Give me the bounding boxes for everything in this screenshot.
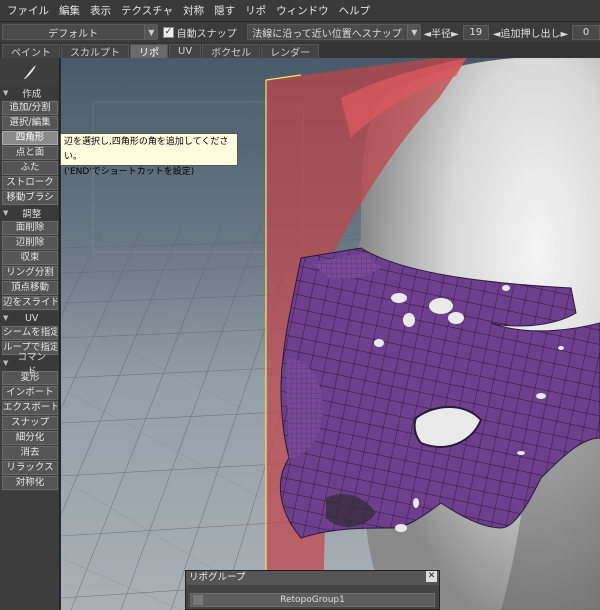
- tool-button[interactable]: 四角形: [2, 131, 58, 145]
- section-header-3[interactable]: ▼コマンド: [0, 352, 59, 377]
- collapse-triangle-icon: ▼: [3, 209, 9, 217]
- extrude-label[interactable]: ◄追加押し出し►: [493, 25, 568, 40]
- extrude-input[interactable]: 0: [572, 24, 600, 40]
- chevron-down-icon: ▼: [144, 25, 158, 39]
- section-title: UV: [24, 312, 39, 324]
- brush-logo-icon: [0, 58, 59, 86]
- tooltip: 辺を選択し,四角形の角を追加してください。 ('END'でショートカットを設定): [60, 133, 238, 177]
- tab-5[interactable]: レンダー: [261, 44, 320, 59]
- tool-button[interactable]: 細分化: [2, 431, 58, 445]
- tool-button[interactable]: 消去: [2, 446, 58, 460]
- tool-button[interactable]: インポート: [2, 386, 58, 400]
- collapse-triangle-icon: ▼: [3, 359, 9, 367]
- panel-title: リポグループ: [189, 572, 246, 583]
- menu-item-8[interactable]: ヘルプ: [334, 3, 376, 18]
- sidebar-sections: ▼ 作成 追加/分割 選択/編集 四角形 点と面 ふた ストローク 移動ブラシ ▼ 調整 面削除 辺削除…: [0, 86, 59, 490]
- collapse-triangle-icon: ▼: [3, 314, 9, 322]
- panel-title-bar[interactable]: リポグループ ✕: [186, 571, 439, 585]
- tooltip-line-2: ('END'でショートカットを設定): [64, 167, 195, 177]
- preset-value: デフォルト: [48, 28, 99, 40]
- tool-button[interactable]: 辺削除: [2, 236, 58, 250]
- tool-button[interactable]: リラックス: [2, 461, 58, 475]
- menu-item-6[interactable]: リポ: [240, 3, 271, 18]
- tool-button[interactable]: 点と面: [2, 146, 58, 160]
- auto-snap-checkbox[interactable]: ✓: [163, 26, 174, 38]
- retopo-group-name: RetopoGroup1: [280, 595, 345, 605]
- menu-item-3[interactable]: テクスチャ: [116, 3, 178, 18]
- tab-3[interactable]: UV: [169, 44, 202, 58]
- room-tabs: ペイント スカルプト リポ UV ボクセル レンダー: [0, 42, 600, 59]
- tab-4[interactable]: ボクセル: [202, 44, 261, 59]
- radius-label[interactable]: ◄半径►: [423, 25, 458, 40]
- tool-sidebar: ▼ 作成 追加/分割 選択/編集 四角形 点と面 ふた ストローク 移動ブラシ ▼ 調整 面削除 辺削除…: [0, 58, 60, 610]
- tool-button[interactable]: 収束: [2, 251, 58, 265]
- tooltip-line-1: 辺を選択し,四角形の角を追加してください。: [64, 137, 229, 162]
- toolbar: デフォルト ▼ ✓ 自動スナップ 法線に沿って近い位置へスナップ ▼ ◄半径► …: [0, 22, 600, 42]
- tool-button[interactable]: ふた: [2, 161, 58, 175]
- tool-button[interactable]: ストローク: [2, 176, 58, 190]
- tool-button[interactable]: エクスポート: [2, 401, 58, 415]
- tab-1[interactable]: スカルプト: [61, 44, 129, 59]
- section-header-0[interactable]: ▼ 作成: [0, 86, 59, 100]
- section-title: 作成: [22, 89, 42, 100]
- menu-item-4[interactable]: 対称: [178, 3, 209, 18]
- section-header-1[interactable]: ▼ 調整: [0, 206, 59, 220]
- tool-button[interactable]: 面削除: [2, 221, 58, 235]
- menu-item-5[interactable]: 隠す: [209, 3, 240, 18]
- tool-button[interactable]: 移動ブラシ: [2, 191, 58, 205]
- snap-mode-dropdown[interactable]: 法線に沿って近い位置へスナップ ▼: [246, 24, 422, 40]
- tab-2[interactable]: リポ: [130, 44, 168, 59]
- preset-dropdown[interactable]: デフォルト ▼: [2, 24, 159, 40]
- chevron-down-icon: ▼: [407, 25, 421, 39]
- close-icon[interactable]: ✕: [426, 571, 437, 582]
- tool-button[interactable]: 追加/分割: [2, 101, 58, 115]
- snap-mode-value: 法線に沿って近い位置へスナップ: [252, 28, 402, 40]
- menu-item-1[interactable]: 編集: [54, 3, 85, 18]
- retopo-group-panel: リポグループ ✕ RetopoGroup1: [185, 570, 440, 610]
- menu-item-7[interactable]: ウィンドウ: [271, 3, 334, 18]
- menu-item-2[interactable]: 表示: [85, 3, 116, 18]
- auto-snap-label: 自動スナップ: [176, 28, 237, 40]
- visibility-icon[interactable]: [193, 595, 203, 605]
- section-header-2[interactable]: ▼ UV: [0, 311, 59, 325]
- tool-button[interactable]: シームを指定: [2, 326, 58, 340]
- menu-item-0[interactable]: ファイル: [2, 3, 54, 18]
- tool-button[interactable]: 対称化: [2, 476, 58, 490]
- tool-button[interactable]: 頂点移動: [2, 281, 58, 295]
- tool-button[interactable]: 辺をスライド: [2, 296, 58, 310]
- tool-button[interactable]: 選択/編集: [2, 116, 58, 130]
- menu-bar: ファイル 編集 表示 テクスチャ 対称 隠す リポ ウィンドウ ヘルプ: [0, 0, 600, 22]
- tool-button[interactable]: リング分割: [2, 266, 58, 280]
- retopo-group-row[interactable]: RetopoGroup1: [190, 593, 435, 607]
- section-title: 調整: [22, 209, 42, 220]
- collapse-triangle-icon: ▼: [3, 89, 9, 97]
- tool-button[interactable]: スナップ: [2, 416, 58, 430]
- tab-0[interactable]: ペイント: [2, 44, 60, 59]
- radius-input[interactable]: 19: [462, 24, 489, 40]
